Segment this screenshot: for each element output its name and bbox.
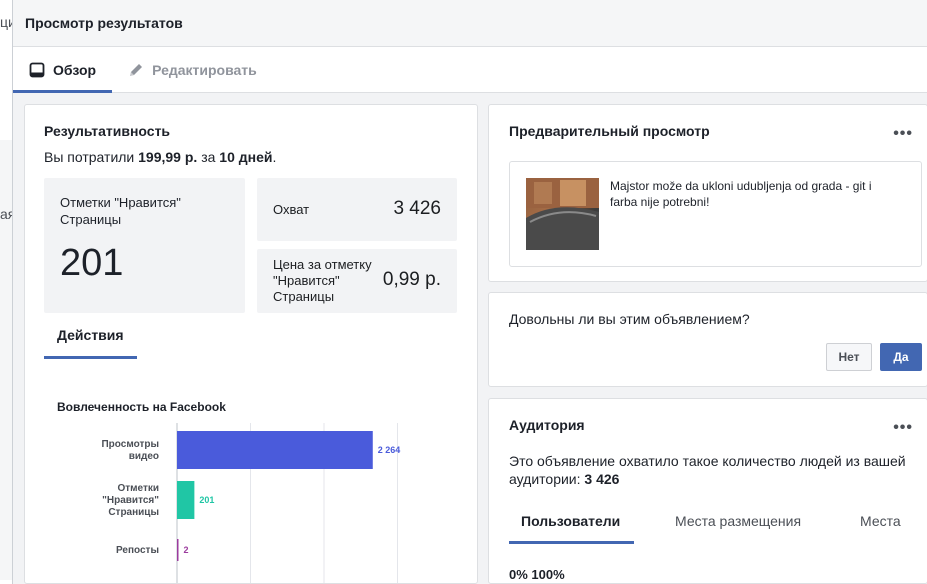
dialog-tabs: Обзор Редактировать: [13, 47, 927, 93]
page-likes-metric: Отметки "Нравится" Страницы 201: [44, 178, 245, 313]
preview-title: Предварительный просмотр: [509, 123, 710, 139]
more-options-icon[interactable]: •••: [893, 125, 913, 143]
chart-bar: [177, 481, 195, 519]
page-likes-label: Отметки "Нравится" Страницы: [60, 195, 181, 227]
performance-title: Результативность: [44, 123, 171, 139]
tab-actions[interactable]: Действия: [44, 325, 137, 359]
spent-summary: Вы потратили 199,99 р. за 10 дней.: [44, 149, 276, 165]
cost-per-like-label: Цена за отметку "Нравится" Страницы: [273, 257, 372, 304]
tab-overview-label: Обзор: [53, 61, 97, 78]
no-button[interactable]: Нет: [826, 343, 872, 371]
dialog-header: Просмотр результатов: [13, 0, 927, 47]
spent-amount: 199,99 р.: [138, 149, 198, 165]
tab-people[interactable]: Пользователи: [521, 513, 620, 529]
engagement-chart: 2 264 Просмотрывидео 201 Отметки"Нравится"С…: [101, 423, 401, 583]
chart-data-label: 201: [199, 495, 214, 505]
reach-label: Охват: [273, 202, 310, 217]
percent-scale: 0% 100%: [509, 567, 565, 582]
tab-edit[interactable]: Редактировать: [112, 47, 273, 92]
spent-suffix: .: [272, 149, 277, 165]
audience-title: Аудитория: [509, 417, 585, 433]
dialog-title: Просмотр результатов: [25, 15, 183, 31]
chart-category-label: "Нравится": [102, 495, 159, 506]
cost-per-like-value: 0,99 р.: [382, 269, 441, 290]
feedback-question: Довольны ли вы этим объявлением?: [509, 311, 750, 327]
cost-per-like-metric: Цена за отметку "Нравится" Страницы 0,99…: [257, 249, 457, 313]
audience-desc-text: Это объявление охватило такое количество…: [509, 453, 906, 487]
chart-data-label: 2: [184, 545, 189, 555]
tab-locations[interactable]: Места: [860, 513, 901, 529]
page-likes-value: 201: [60, 242, 124, 284]
feedback-card: Довольны ли вы этим объявлением? Нет Да: [488, 292, 927, 387]
yes-button[interactable]: Да: [880, 343, 922, 371]
tablet-icon: [29, 62, 45, 78]
chart-category-label: видео: [129, 451, 159, 462]
results-dialog: Просмотр результатов Обзор Редактировать…: [12, 0, 927, 584]
spent-period: 10 дней: [219, 149, 273, 165]
preview-card: Предварительный просмотр ••• Majstor mož…: [488, 104, 927, 282]
audience-tabs: Пользователи Места размещения Места: [509, 507, 927, 545]
reach-value: 3 426: [393, 198, 441, 219]
chart-category-label: Репосты: [116, 545, 159, 556]
tab-edit-label: Редактировать: [152, 61, 257, 78]
chart-category-label: Просмотры: [101, 439, 159, 450]
performance-card: Результативность Вы потратили 199,99 р. …: [24, 104, 478, 584]
tab-overview[interactable]: Обзор: [13, 47, 113, 93]
audience-card: Аудитория ••• Это объявление охватило та…: [488, 398, 927, 584]
chart-category-label: Отметки: [117, 483, 159, 494]
chart-category-label: Страницы: [108, 507, 159, 518]
tab-placements[interactable]: Места размещения: [675, 513, 801, 529]
spent-mid: за: [201, 149, 216, 165]
ad-thumbnail: [526, 178, 599, 250]
ad-text: Majstor može da ukloni udubljenja od gra…: [610, 179, 872, 209]
more-options-icon[interactable]: •••: [893, 419, 913, 437]
audience-desc-value: 3 426: [584, 471, 620, 487]
audience-description: Это объявление охватило такое количество…: [509, 452, 927, 488]
chart-title: Вовлеченность на Facebook: [57, 400, 226, 414]
active-tab-indicator: [509, 541, 634, 544]
reach-metric: Охват 3 426: [257, 178, 457, 241]
spent-prefix: Вы потратили: [44, 149, 135, 165]
chart-bar: [177, 539, 179, 561]
chart-bar: [177, 431, 373, 469]
chart-data-label: 2 264: [378, 445, 401, 455]
ad-preview[interactable]: Majstor može da ukloni udubljenja od gra…: [509, 161, 922, 267]
pencil-icon: [128, 62, 144, 78]
